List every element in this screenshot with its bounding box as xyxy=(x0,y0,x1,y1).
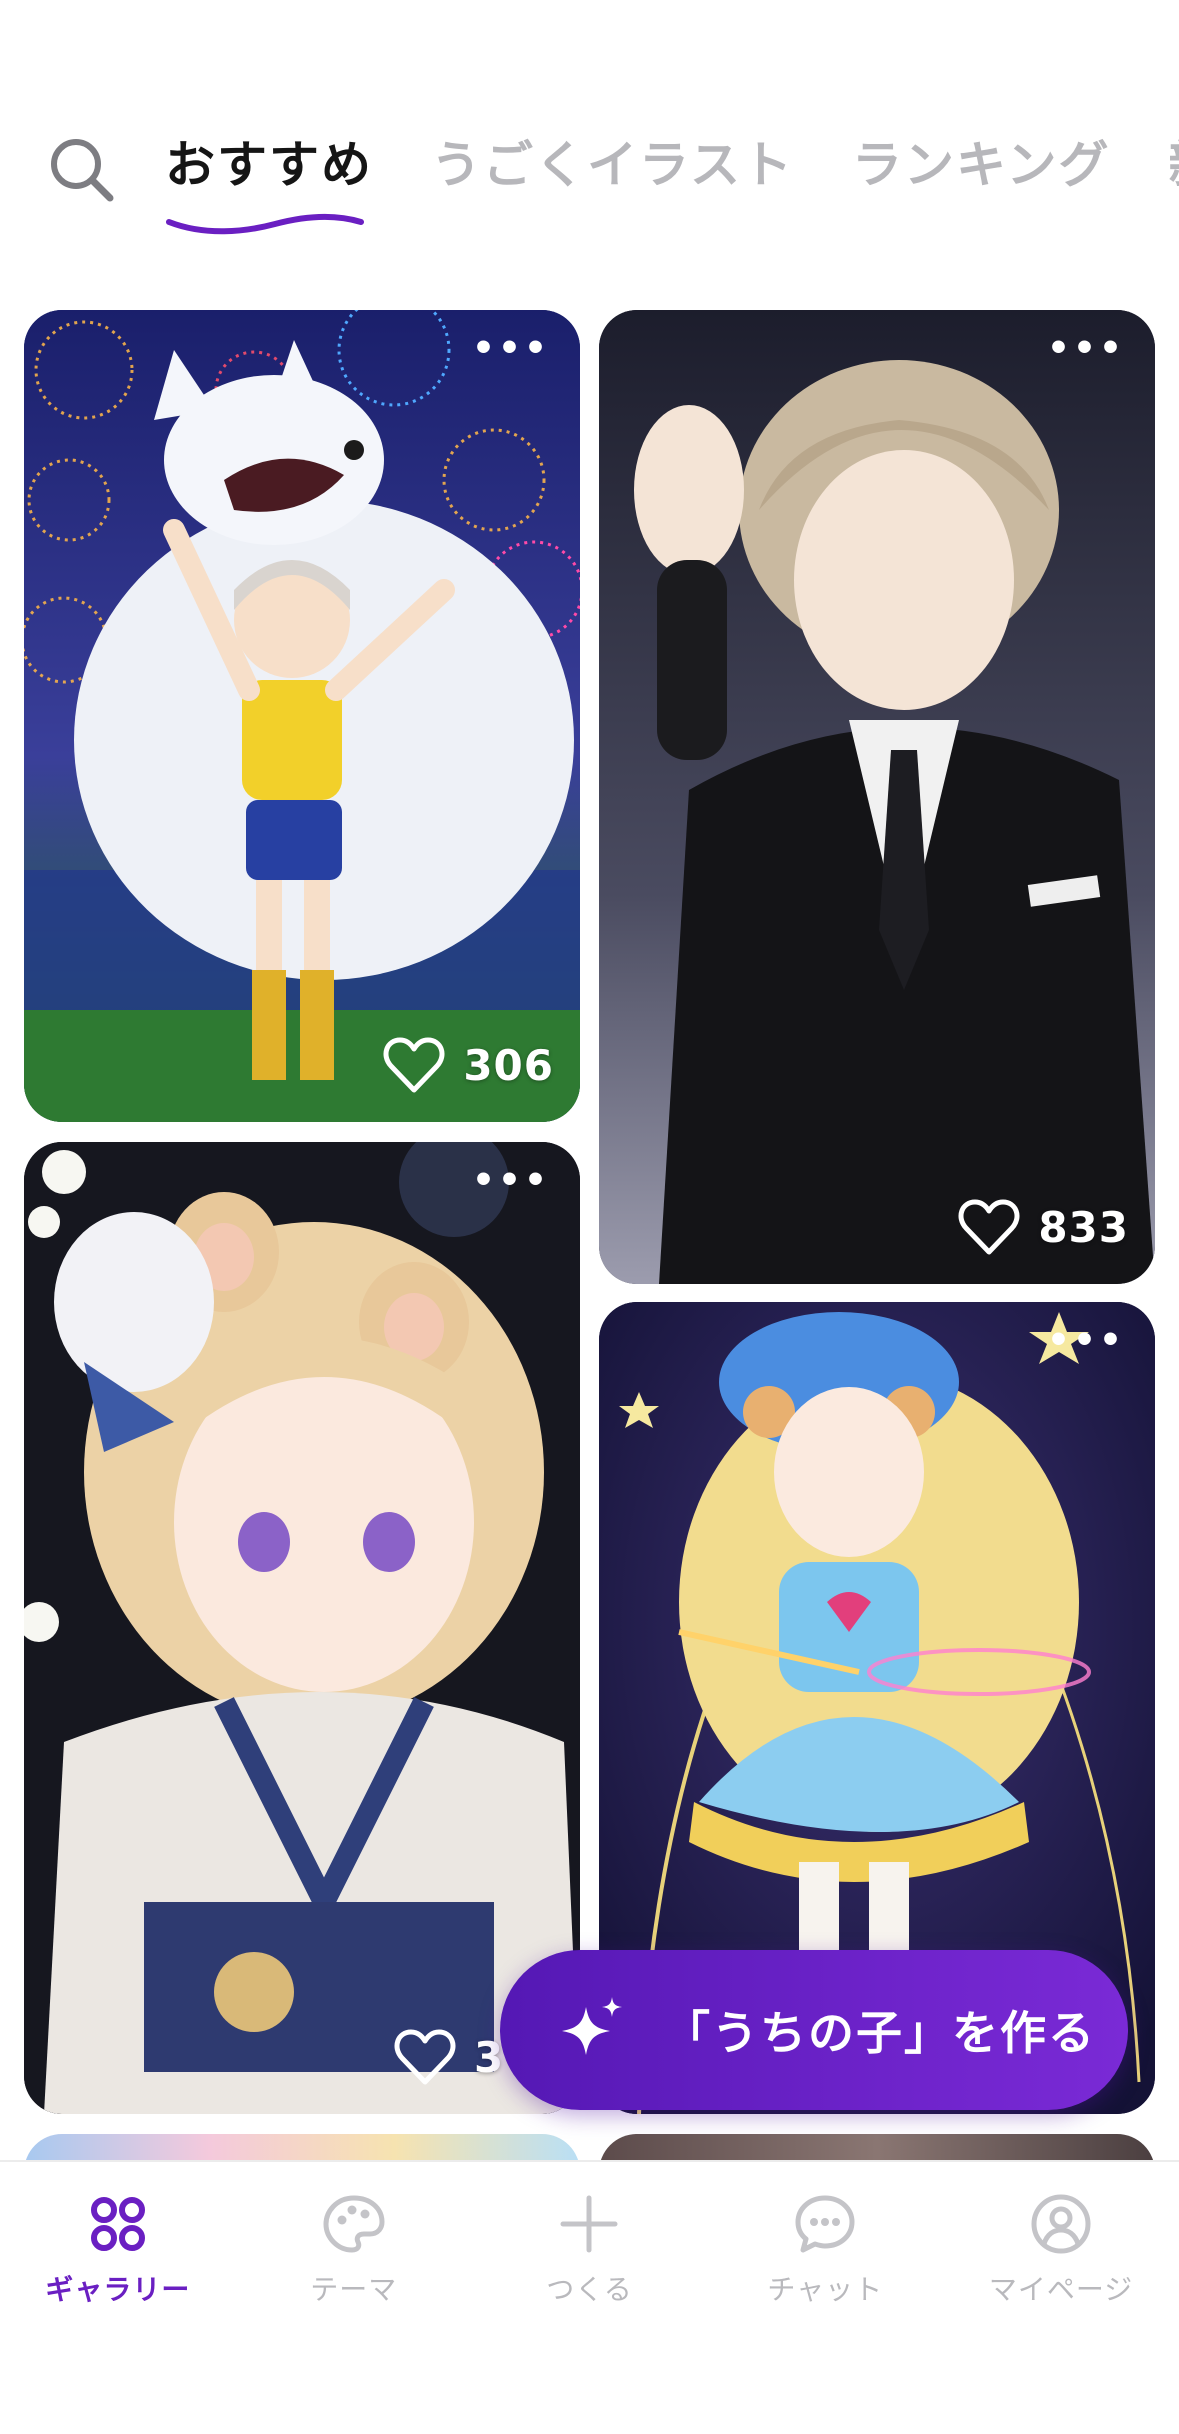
search-icon xyxy=(51,139,114,202)
nav-item-chat[interactable]: チャット xyxy=(707,2162,943,2434)
nav-item-gallery[interactable]: ギャラリー xyxy=(0,2162,236,2434)
active-tab-underline xyxy=(166,213,364,235)
app-screen: おすすめ うごくイラスト ランキング 新 xyxy=(0,0,1179,2434)
more-options-icon[interactable]: ••• xyxy=(1047,331,1125,367)
nav-label: マイページ xyxy=(988,2273,1134,2306)
gallery-card[interactable]: ••• 306 xyxy=(24,310,580,1122)
nav-label: ギャラリー xyxy=(45,2273,191,2306)
nav-item-mypage[interactable]: マイページ xyxy=(943,2162,1179,2434)
artwork-image xyxy=(599,310,1155,1284)
tab-recommended[interactable]: おすすめ xyxy=(165,120,373,235)
more-options-icon[interactable]: ••• xyxy=(472,331,550,367)
tab-label: うごくイラスト xyxy=(431,136,794,194)
like-count: 833 xyxy=(1038,1202,1129,1252)
cta-label: 「うちの子」を作る xyxy=(664,2006,1096,2060)
more-options-icon[interactable]: ••• xyxy=(1047,1323,1125,1359)
tab-animated-illust[interactable]: うごくイラスト xyxy=(431,120,794,210)
tab-ranking[interactable]: ランキング xyxy=(852,120,1111,210)
like-count: 306 xyxy=(463,1040,554,1090)
search-button[interactable] xyxy=(44,132,120,208)
tab-label: ランキング xyxy=(852,136,1111,194)
like-counter[interactable]: 833 xyxy=(958,1198,1129,1256)
plus-icon xyxy=(560,2195,618,2253)
chat-bubble-icon xyxy=(795,2195,855,2253)
category-tabs: おすすめ うごくイラスト ランキング 新 xyxy=(165,120,1179,235)
gallery-card[interactable]: ••• 833 xyxy=(599,310,1155,1284)
create-character-button[interactable]: 「うちの子」を作る xyxy=(500,1950,1128,2110)
tab-label: おすすめ xyxy=(165,136,373,194)
like-counter[interactable]: 3 xyxy=(394,2028,504,2086)
top-tab-bar: おすすめ うごくイラスト ランキング 新 xyxy=(0,110,1179,240)
gallery-grid-icon xyxy=(90,2197,145,2251)
artwork-image xyxy=(24,310,580,1122)
nav-item-theme[interactable]: テーマ xyxy=(236,2162,472,2434)
gallery-card[interactable]: ••• 3 xyxy=(24,1142,580,2114)
nav-label: チャット xyxy=(767,2273,884,2306)
tab-label: 新 xyxy=(1169,136,1179,194)
palette-icon xyxy=(323,2195,385,2253)
heart-icon xyxy=(394,2029,456,2085)
artwork-image xyxy=(24,1142,580,2114)
nav-label: テーマ xyxy=(310,2273,398,2306)
user-profile-icon xyxy=(1031,2194,1091,2254)
bottom-navigation: ギャラリー テーマ つくる チャット マイページ xyxy=(0,2160,1179,2434)
nav-label: つくる xyxy=(546,2273,633,2306)
tab-new[interactable]: 新 xyxy=(1169,120,1179,210)
heart-icon xyxy=(958,1199,1020,1255)
sparkle-icon xyxy=(562,1997,622,2055)
more-options-icon[interactable]: ••• xyxy=(472,1163,550,1199)
heart-icon xyxy=(383,1037,445,1093)
like-counter[interactable]: 306 xyxy=(383,1036,554,1094)
nav-item-create[interactable]: つくる xyxy=(472,2162,708,2434)
